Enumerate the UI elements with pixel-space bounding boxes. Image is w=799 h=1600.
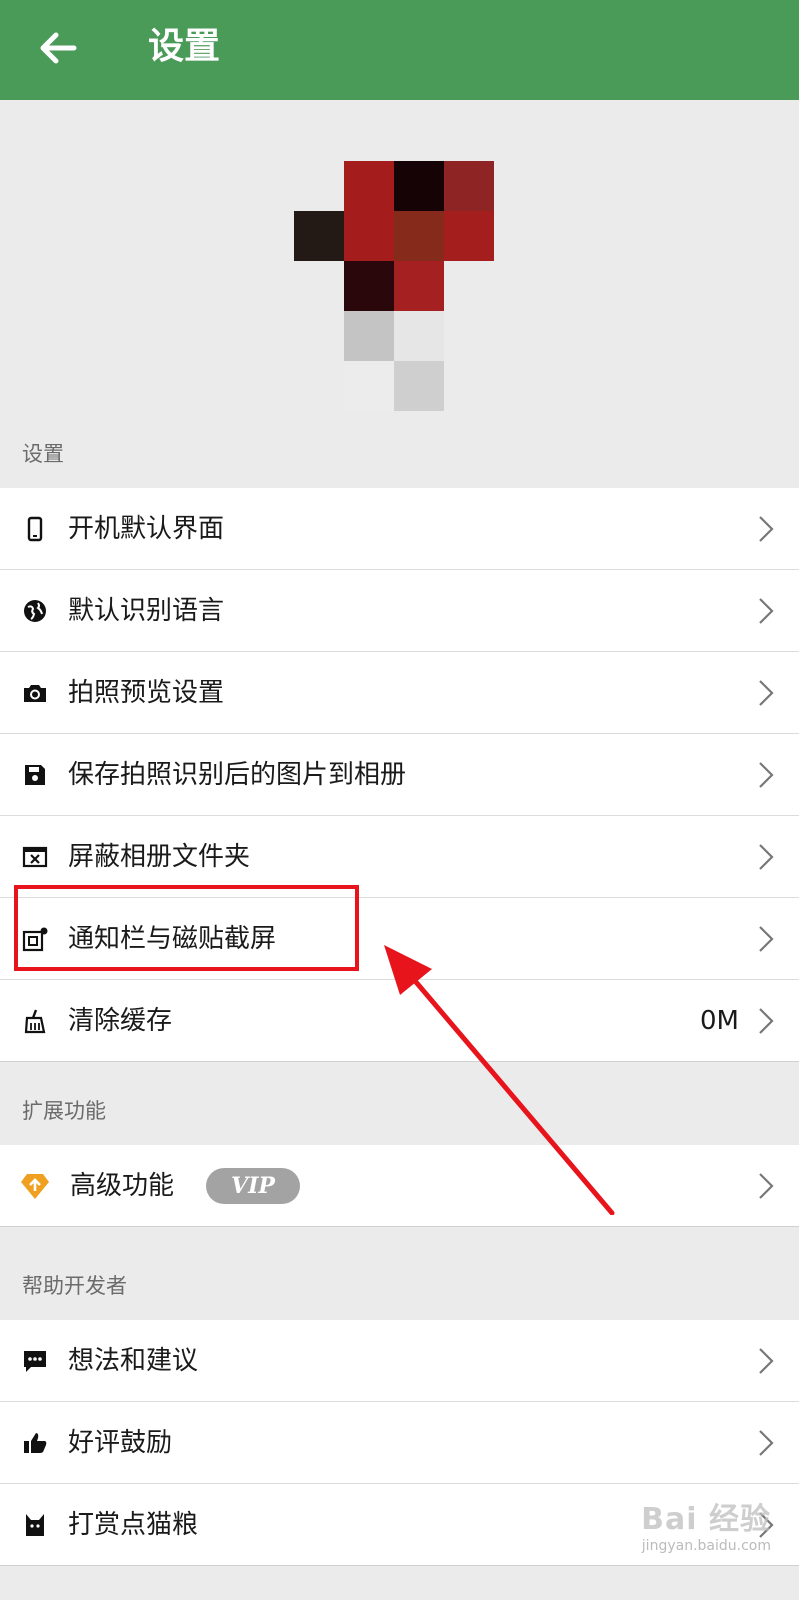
section-header-help: 帮助开发者 [0, 1252, 799, 1321]
chevron-right-icon [759, 762, 774, 788]
setting-label: 屏蔽相册文件夹 [68, 842, 251, 872]
blocked-window-icon [22, 846, 48, 868]
cache-size-value: 0M [700, 1006, 739, 1036]
setting-feedback[interactable]: 想法和建议 [0, 1320, 799, 1402]
setting-label: 清除缓存 [68, 1006, 173, 1036]
chevron-right-icon [759, 926, 774, 952]
chevron-right-icon [759, 1430, 774, 1456]
setting-label: 高级功能 [70, 1171, 175, 1201]
setting-label: 默认识别语言 [68, 596, 225, 626]
setting-label: 开机默认界面 [68, 514, 225, 544]
setting-rate-app[interactable]: 好评鼓励 [0, 1402, 799, 1484]
section-title: 设置 [22, 442, 64, 466]
save-icon [25, 765, 45, 785]
chevron-right-icon [759, 680, 774, 706]
setting-startup-screen[interactable]: 开机默认界面 [0, 488, 799, 570]
setting-default-language[interactable]: 默认识别语言 [0, 570, 799, 652]
phone-icon [27, 516, 43, 542]
avatar[interactable] [294, 161, 497, 411]
feedback-icon [24, 1351, 46, 1372]
profile-header [0, 100, 799, 430]
arrow-left-icon[interactable] [36, 26, 80, 70]
chevron-right-icon [759, 1173, 774, 1199]
setting-label: 打赏点猫粮 [68, 1510, 199, 1540]
app-bar: 设置 [0, 0, 799, 100]
chevron-right-icon [759, 1008, 774, 1034]
setting-camera-preview[interactable]: 拍照预览设置 [0, 652, 799, 734]
setting-save-photo[interactable]: 保存拍照识别后的图片到相册 [0, 734, 799, 816]
chevron-right-icon [759, 844, 774, 870]
setting-label: 保存拍照识别后的图片到相册 [68, 760, 407, 790]
section-title: 扩展功能 [22, 1099, 106, 1123]
page-title: 设置 [148, 26, 221, 67]
watermark: Bai 经验 jingyan.baidu.com [581, 1494, 771, 1566]
globe-icon [24, 600, 46, 622]
chevron-right-icon [759, 516, 774, 542]
thumbs-up-icon [24, 1433, 47, 1453]
broom-icon [24, 1009, 46, 1034]
watermark-url: jingyan.baidu.com [641, 1538, 771, 1554]
setting-label: 拍照预览设置 [68, 678, 225, 708]
section-title: 帮助开发者 [22, 1274, 127, 1298]
camera-icon [24, 685, 46, 702]
setting-label: 好评鼓励 [68, 1428, 173, 1458]
watermark-logo-text: Bai 经验 [641, 1502, 771, 1537]
setting-label: 想法和建议 [68, 1346, 199, 1376]
annotation-arrow [384, 945, 615, 1215]
diamond-icon [21, 1174, 49, 1199]
highlight-annotation-box [14, 885, 359, 971]
cat-icon [26, 1514, 44, 1536]
section-header-settings: 设置 [0, 420, 799, 489]
chevron-right-icon [759, 1348, 774, 1374]
chevron-right-icon [759, 598, 774, 624]
vip-badge: VIP [206, 1168, 300, 1204]
